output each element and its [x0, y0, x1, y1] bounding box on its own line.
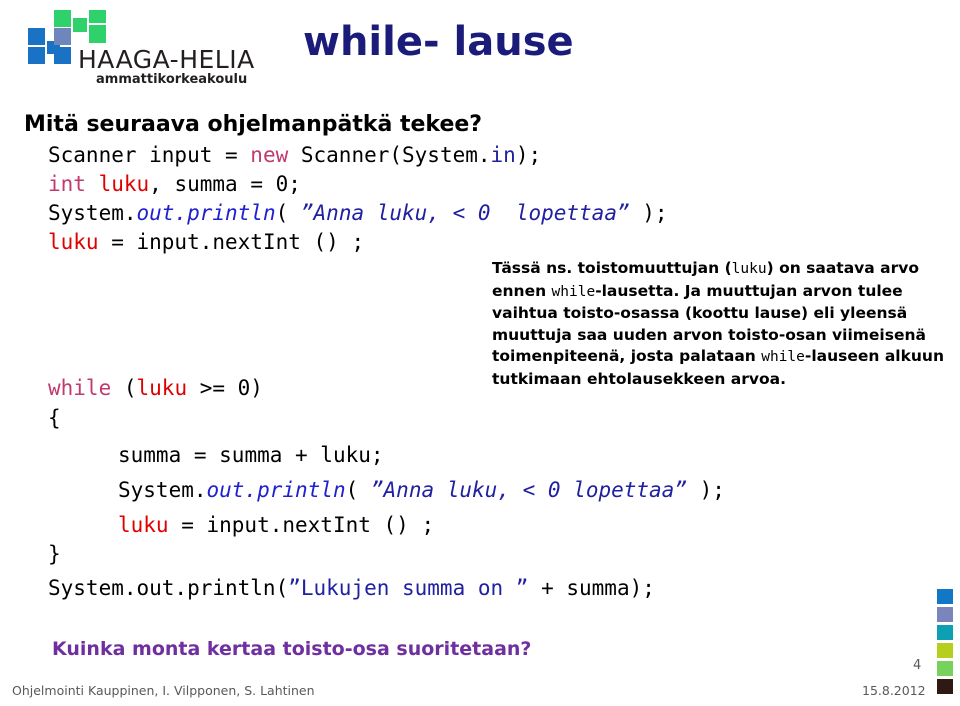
code-line-6: summa = summa + luku;	[118, 443, 384, 467]
logo-square-0	[28, 28, 45, 45]
code-token: );	[629, 201, 668, 225]
decor-square-4	[937, 661, 953, 676]
code-token: , summa = 0;	[149, 172, 301, 196]
code-token: ”Lukujen summa on ”	[288, 576, 529, 600]
code-line-0: Scanner input = new Scanner(System.in);	[48, 143, 541, 167]
inline-code: while	[761, 349, 805, 365]
code-token: >= 0)	[187, 376, 263, 400]
code-token: luku	[98, 172, 150, 196]
code-token: + summa);	[528, 576, 655, 600]
slide-canvas: HAAGA-HELIA ammattikorkeakoulu while- la…	[0, 0, 960, 706]
code-token: ”Anna luku, < 0 lopettaa”	[370, 478, 687, 502]
code-token: {	[48, 406, 61, 430]
haaga-helia-logo: HAAGA-HELIA ammattikorkeakoulu	[8, 6, 263, 88]
explanation-callout: Tässä ns. toistomuuttujan (luku) on saat…	[492, 258, 944, 390]
code-token: =	[181, 443, 220, 467]
code-token: luku	[118, 513, 169, 537]
code-token: = input.nextInt () ;	[168, 513, 435, 537]
code-line-9: }	[48, 542, 61, 566]
logo-square-7	[89, 10, 106, 23]
code-token: Scanner input =	[48, 143, 251, 167]
code-token: ”Anna luku, < 0 lopettaa”	[300, 201, 630, 225]
bottom-question: Kuinka monta kertaa toisto-osa suoriteta…	[52, 638, 532, 660]
code-token: new	[250, 143, 289, 167]
code-token: summa	[118, 443, 182, 467]
logo-square-1	[28, 47, 45, 64]
code-line-1: int luku, summa = 0;	[48, 172, 301, 196]
code-token: int	[48, 172, 86, 196]
logo-square-4	[54, 47, 71, 64]
decor-square-1	[937, 607, 953, 622]
code-token: + luku;	[282, 443, 384, 467]
code-line-2: System.out.println( ”Anna luku, < 0 lope…	[48, 201, 668, 225]
code-token: while	[48, 376, 112, 400]
code-token: luku	[136, 376, 188, 400]
code-line-3: luku = input.nextInt () ;	[48, 230, 364, 254]
code-token: }	[48, 542, 61, 566]
logo-square-8	[89, 25, 106, 43]
slide-title: while- lause	[303, 19, 574, 65]
code-token: Scanner(System.	[288, 143, 491, 167]
inline-code: luku	[731, 261, 767, 277]
decorative-color-strip	[937, 589, 953, 697]
page-number: 4	[913, 658, 922, 673]
code-token: );	[515, 143, 542, 167]
code-token: );	[686, 478, 725, 502]
code-token: System.	[48, 201, 137, 225]
code-token: (	[345, 478, 371, 502]
question-heading: Mitä seuraava ohjelmanpätkä tekee?	[24, 112, 483, 137]
code-token: (	[275, 201, 301, 225]
code-line-10: System.out.println(”Lukujen summa on ” +…	[48, 576, 655, 600]
footer-date: 15.8.2012	[862, 683, 926, 698]
footer-authors: Ohjelmointi Kauppinen, I. Vilpponen, S. …	[12, 683, 315, 698]
code-token: out.println	[206, 478, 346, 502]
decor-square-0	[937, 589, 953, 604]
code-token: = input.nextInt () ;	[98, 230, 365, 254]
code-token: summa	[219, 443, 283, 467]
code-token: out.println	[136, 201, 276, 225]
logo-square-3	[54, 28, 71, 45]
decor-square-3	[937, 643, 953, 658]
code-token: in	[490, 143, 516, 167]
code-line-8: luku = input.nextInt () ;	[118, 513, 434, 537]
code-token: luku	[48, 230, 99, 254]
code-token: (	[111, 376, 137, 400]
code-token: System.out.println(	[48, 576, 289, 600]
inline-code: while	[551, 283, 596, 300]
code-line-7: System.out.println( ”Anna luku, < 0 lope…	[118, 478, 725, 502]
decor-square-2	[937, 625, 953, 640]
code-line-4: while (luku >= 0)	[48, 376, 263, 400]
logo-subtitle: ammattikorkeakoulu	[96, 72, 248, 87]
code-line-5: {	[48, 406, 61, 430]
logo-name: HAAGA-HELIA	[78, 45, 255, 74]
decor-square-5	[937, 679, 953, 694]
logo-square-5	[54, 10, 71, 27]
callout-text-run: Tässä ns. toistomuuttujan (	[492, 259, 732, 277]
code-token: System.	[118, 478, 207, 502]
logo-square-6	[73, 18, 87, 32]
